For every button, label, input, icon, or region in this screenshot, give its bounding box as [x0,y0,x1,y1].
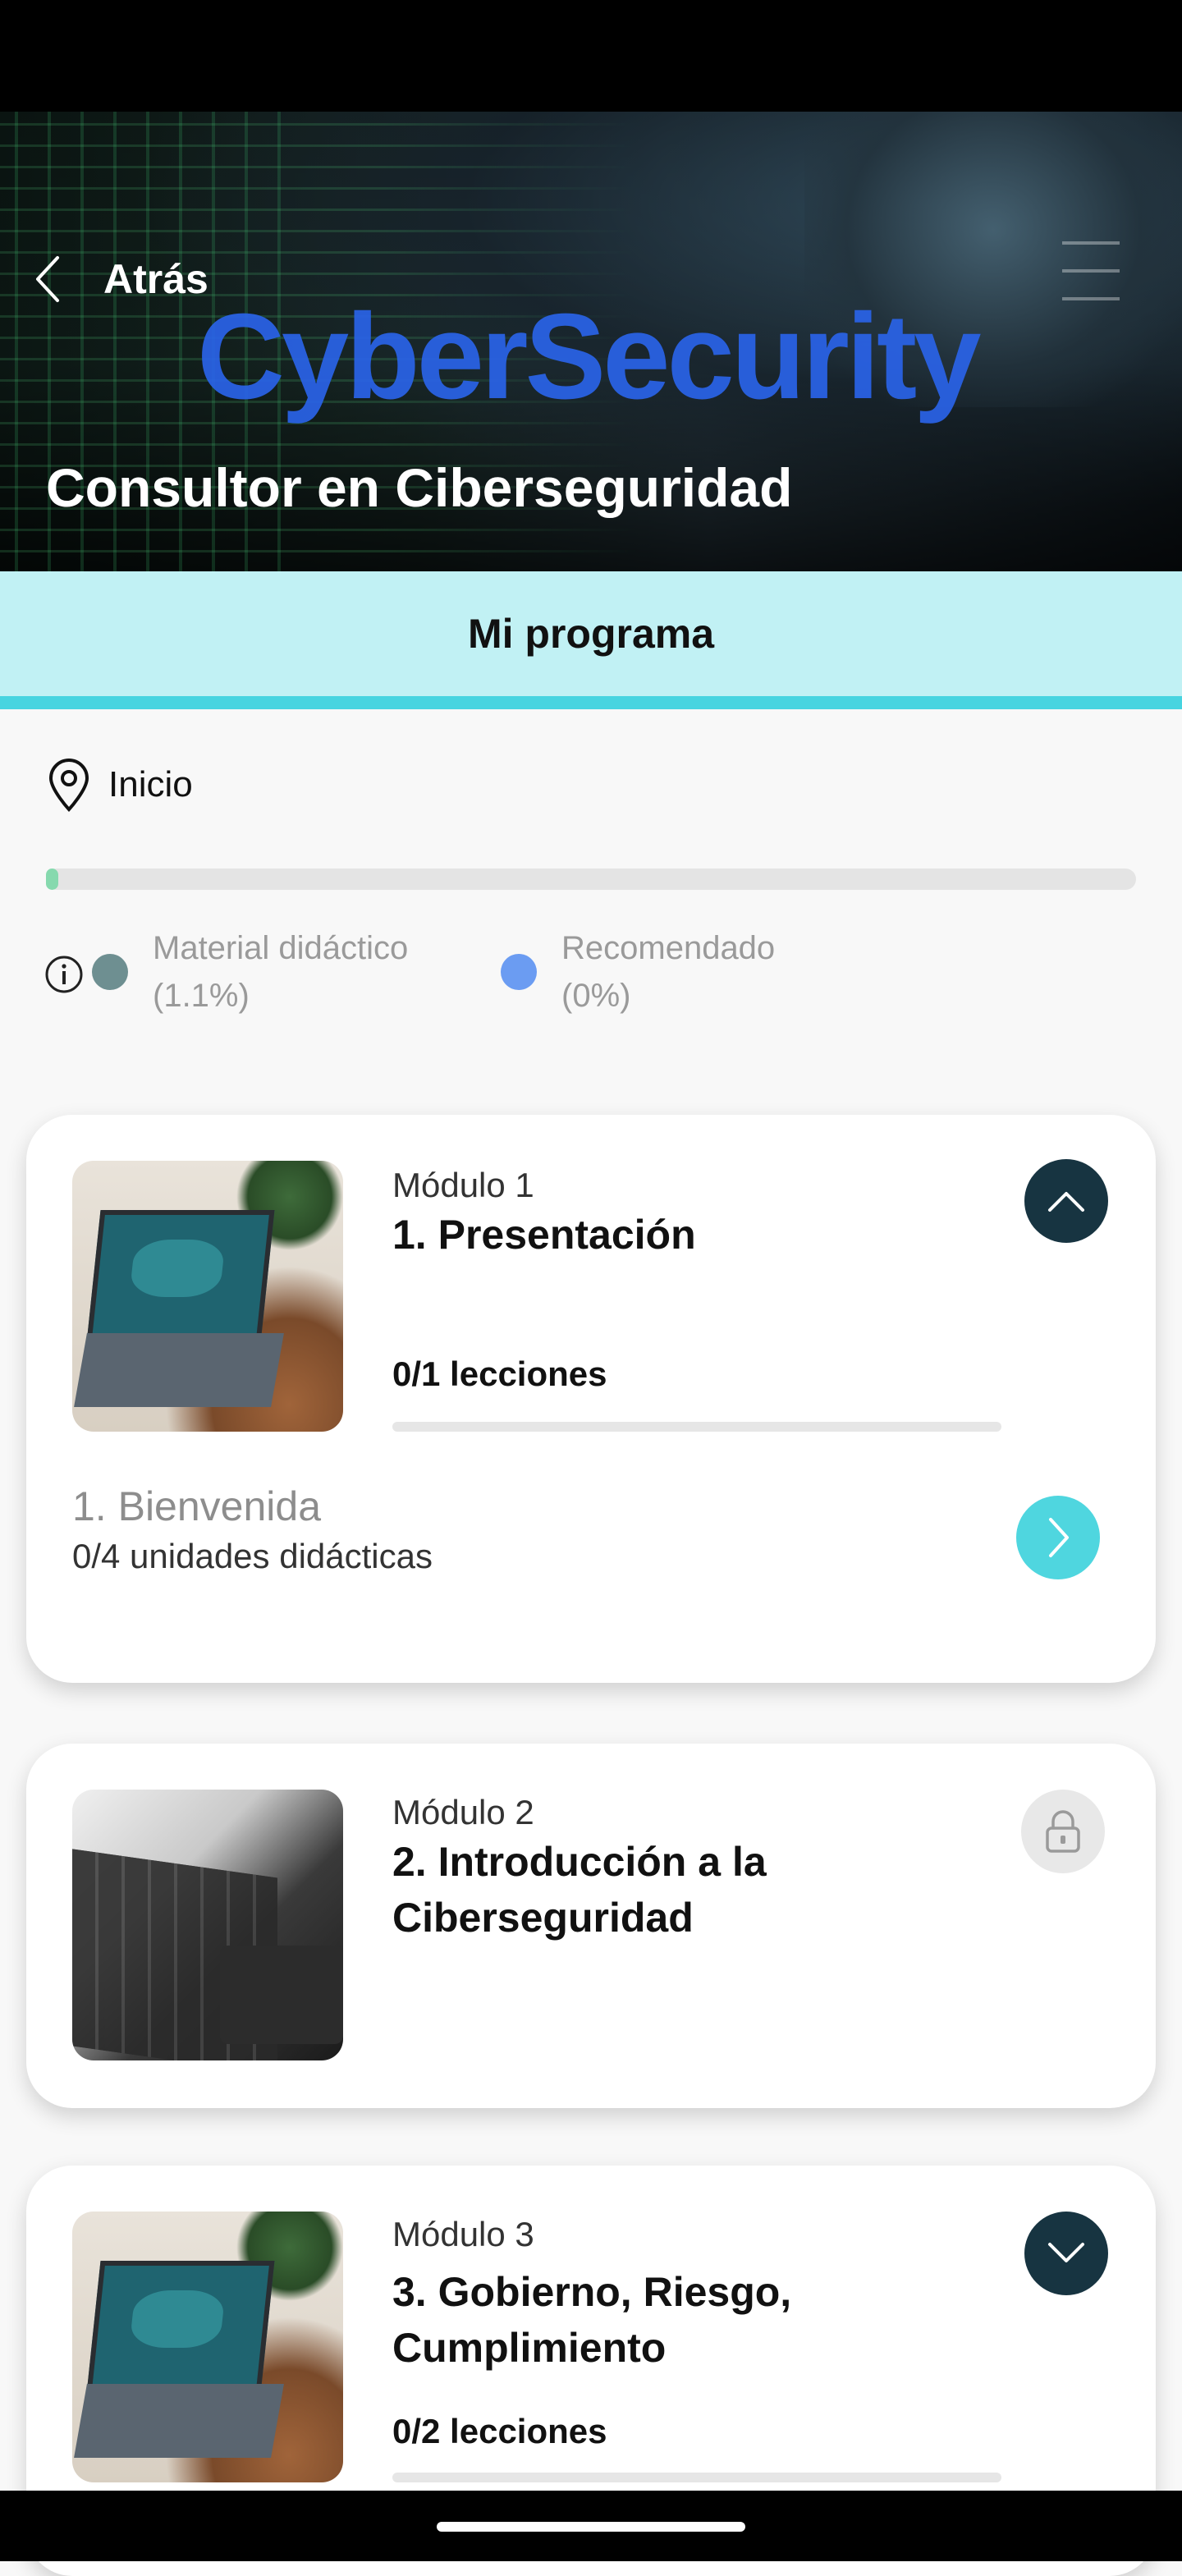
hamburger-menu-icon[interactable] [1062,241,1120,300]
status-bar [0,0,1182,112]
unit-subtitle: 0/4 unidades didácticas [72,1537,433,1575]
module-number: Módulo 1 [392,1166,534,1204]
legend-dot-material [92,954,128,990]
banner-logo-text: CyberSecurity [197,289,982,424]
chevron-up-icon [1048,1192,1084,1212]
unit-title[interactable]: 1. Bienvenida [72,1483,321,1530]
module-card-2: Módulo 2 2. Introducción a la Cibersegur… [26,1744,1156,2108]
back-label: Atrás [103,256,208,302]
module-progress-bar [392,1422,1001,1432]
module-title: 2. Introducción a la Ciberseguridad [392,1839,767,1941]
module-card-1: Módulo 1 1. Presentación 0/1 lecciones 1… [26,1115,1156,1683]
chevron-right-icon [1049,1518,1069,1557]
module-title: 3. Gobierno, Riesgo, Cumplimiento [392,2269,792,2371]
course-progress-fill [46,869,58,890]
legend-recomendado: Recomendado (0%) [501,924,775,1020]
breadcrumb-inicio[interactable]: Inicio [46,757,193,813]
lock-icon [1046,1810,1080,1853]
module-thumbnail [72,2212,343,2482]
open-unit-button[interactable] [1016,1496,1100,1579]
course-title: Consultor en Ciberseguridad [46,457,793,518]
module-thumbnail [72,1161,343,1432]
legend-value-material: (1.1%) [153,978,250,1014]
tab-label: Mi programa [467,611,715,657]
module-number: Módulo 3 [392,2215,534,2253]
module-lessons-count: 0/2 lecciones [392,2412,607,2450]
module-number: Módulo 2 [392,1793,534,1831]
breadcrumb-label: Inicio [108,764,193,804]
info-icon[interactable] [44,955,84,994]
location-pin-icon [48,759,89,812]
module-progress-bar [392,2473,1001,2482]
chevron-left-icon [36,256,59,302]
module-lessons-count: 0/1 lecciones [392,1354,607,1393]
tab-active-indicator [0,696,1182,709]
expand-module-button[interactable] [1024,2212,1108,2295]
locked-module-button[interactable] [1021,1790,1105,1873]
collapse-module-button[interactable] [1024,1159,1108,1243]
legend-value-recomendado: (0%) [561,978,631,1014]
legend-dot-recomendado [501,954,537,990]
back-button[interactable]: Atrás [33,246,208,312]
legend-material: Material didáctico (1.1%) [92,924,408,1020]
module-title: 1. Presentación [392,1212,696,1258]
tab-mi-programa[interactable]: Mi programa [0,571,1182,696]
course-progress-bar [46,869,1136,890]
legend-label-recomendado: Recomendado [561,930,776,966]
home-gesture-handle[interactable] [437,2522,745,2532]
chevron-down-icon [1048,2243,1084,2262]
legend-label-material: Material didáctico [153,930,409,966]
module-thumbnail [72,1790,343,2060]
